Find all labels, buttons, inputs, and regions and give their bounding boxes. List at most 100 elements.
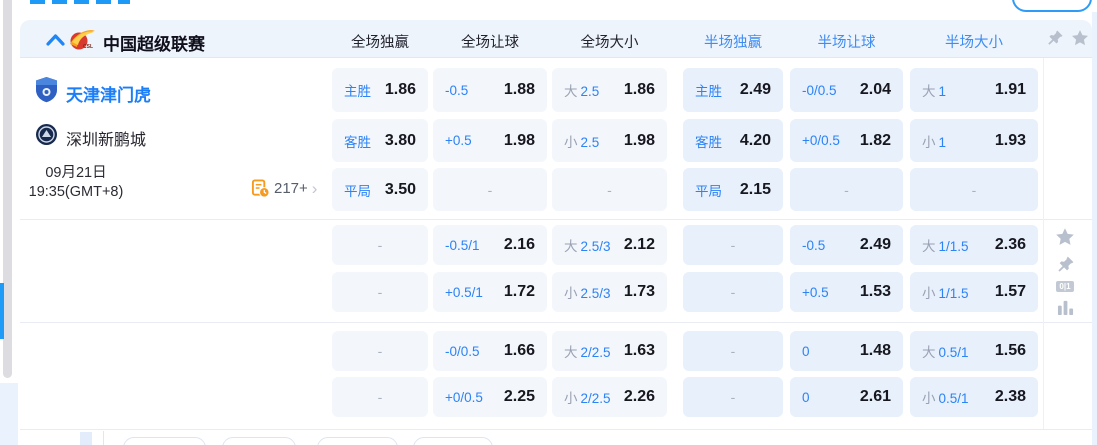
selection-label: 主胜 [695,84,722,99]
odds-value: 2.38 [994,388,1026,405]
odds-cell-r6-c1: - [332,331,428,371]
odds-cell-r1-c5[interactable]: -0/0.5 2.04 [790,68,903,112]
clipped-top-tab[interactable] [30,0,130,4]
odds-cell-r7-c2[interactable]: +0/0.5 2.25 [433,377,547,417]
bottom-tab-pill-4[interactable] [413,437,493,445]
odds-cell-r5-c2[interactable]: +0.5/1 1.72 [433,272,547,312]
odds-value: 2.25 [503,388,535,405]
match-time: 19:35(GMT+8) [28,184,124,200]
odds-cell-r3-c1[interactable]: 平局 3.50 [332,168,428,211]
odds-cell-r6-c5[interactable]: 0 1.48 [790,331,903,371]
odds-value: 3.80 [384,131,416,149]
empty-odds-dash: - [377,237,383,253]
odds-value: 2.26 [623,388,655,405]
odds-cell-r1-c6[interactable]: 大 1 1.91 [910,68,1038,112]
collapse-chevron-up-icon[interactable] [45,32,66,47]
odds-cell-r6-c2[interactable]: -0/0.5 1.66 [433,331,547,371]
odds-value: 1.88 [503,81,535,98]
bottom-tab-pill-1[interactable] [123,437,206,445]
odds-value: 2.49 [859,236,891,253]
odds-cell-r7-c6[interactable]: 小 0.5/1 2.38 [910,377,1038,417]
right-gutter [1092,12,1097,445]
selection-label: 0.5/1 [938,345,969,360]
column-header-5: 半场让球 [817,35,876,51]
more-markets-link[interactable]: 217+ › [251,179,317,198]
handicap-prefix: 大 [922,345,936,360]
page: CSL 中国超级联赛 全场独赢 全场让球 全场大小 半场独赢 半场让球 半场大小 天津津门… [0,0,1097,445]
odds-cell-r1-c4[interactable]: 主胜 2.49 [683,68,783,112]
selection-label: 1/1.5 [938,239,969,254]
handicap-prefix: 小 [564,134,578,150]
odds-cell-r4-c2[interactable]: -0.5/1 2.16 [433,225,547,265]
odds-value: 1.63 [623,342,655,359]
handicap-prefix: 小 [922,391,936,406]
odds-cell-r1-c3[interactable]: 大 2.5 1.86 [552,68,667,112]
column-header-2: 全场让球 [461,35,519,51]
star-icon[interactable] [1070,28,1090,48]
odds-cell-r4-c5[interactable]: -0.5 2.49 [790,225,903,265]
odds-cell-r5-c5[interactable]: +0.5 1.53 [790,272,903,312]
odds-cell-r6-c6[interactable]: 大 0.5/1 1.56 [910,331,1038,371]
selection-label: 0 [802,343,810,359]
selection-label: 1/1.5 [938,286,969,301]
odds-cell-r4-c1: - [332,225,428,265]
selection-label: -0/0.5 [802,82,837,98]
selection-label: 1 [938,84,947,99]
odds-cell-r1-c1[interactable]: 主胜 1.86 [332,68,428,112]
odds-cell-r3-c3: - [552,168,667,211]
odds-cell-r4-c3[interactable]: 大 2.5/3 2.12 [552,225,667,265]
selection-label: 主胜 [344,84,371,99]
odds-cell-r2-c3[interactable]: 小 2.5 1.98 [552,119,667,162]
match-date: 09月21日 [45,165,107,181]
favorite-star-icon[interactable] [1054,226,1076,248]
bottom-left-patch [80,432,92,445]
handicap-prefix: 大 [922,239,936,254]
empty-odds-dash: - [844,181,849,198]
empty-odds-dash: - [971,181,977,198]
odds-value: 1.72 [503,283,535,300]
odds-cell-r6-c4: - [683,331,783,371]
match-datetime: 09月21日 19:35(GMT+8) [18,164,134,202]
odds-cell-r2-c4[interactable]: 客胜 4.20 [683,119,783,162]
pin-icon[interactable] [1046,29,1064,47]
handicap-prefix: 大 [564,345,578,360]
odds-value: 2.04 [859,81,891,98]
home-team-logo [36,77,57,103]
handicap-prefix: 大 [564,84,578,99]
home-team-name[interactable]: 天津津门虎 [66,81,151,106]
match-action-icons: 0|1 [1050,226,1080,316]
odds-cell-r2-c5[interactable]: +0/0.5 1.82 [790,119,903,162]
stats-bar-chart-icon[interactable] [1057,299,1074,316]
odds-cell-r4-c6[interactable]: 大 1/1.5 2.36 [910,225,1038,265]
odds-value: 2.49 [739,81,771,98]
odds-cell-r2-c2[interactable]: +0.5 1.98 [433,119,547,162]
score-badge-icon[interactable]: 0|1 [1056,281,1074,292]
bottom-tab-pill-2[interactable] [222,437,296,445]
odds-cell-r1-c2[interactable]: -0.5 1.88 [433,68,547,112]
selection-label: 1 [938,134,947,150]
odds-cell-r2-c1[interactable]: 客胜 3.80 [332,119,428,162]
chevron-right-icon: › [311,178,318,198]
selection-label: +0.5/1 [445,284,483,300]
bottom-tab-pill-3[interactable] [317,437,398,445]
selection-label: 客胜 [344,134,371,150]
selection-label: 2/2.5 [580,391,611,406]
odds-cell-r6-c3[interactable]: 大 2/2.5 1.63 [552,331,667,371]
away-team-name[interactable]: 深圳新鹏城 [66,126,146,150]
odds-cell-r7-c5[interactable]: 0 2.61 [790,377,903,417]
odds-cell-r5-c3[interactable]: 小 2.5/3 1.73 [552,272,667,312]
pin-match-icon[interactable] [1056,255,1075,274]
selection-label: -0.5/1 [445,237,480,253]
odds-cell-r7-c3[interactable]: 小 2/2.5 2.26 [552,377,667,417]
selection-label: 2.5 [580,84,600,99]
odds-cell-r2-c6[interactable]: 小 1 1.93 [910,119,1038,162]
odds-cell-r3-c4[interactable]: 平局 2.15 [683,168,783,211]
left-scrollbar-track[interactable] [3,0,12,378]
odds-value: 1.48 [859,342,891,359]
clipped-top-right-button[interactable] [1012,0,1092,12]
odds-cell-r7-c4: - [683,377,783,417]
odds-cell-r4-c4: - [683,225,783,265]
left-scrollbar-accent [0,283,4,339]
column-header-4: 半场独赢 [704,35,762,51]
odds-cell-r5-c6[interactable]: 小 1/1.5 1.57 [910,272,1038,312]
